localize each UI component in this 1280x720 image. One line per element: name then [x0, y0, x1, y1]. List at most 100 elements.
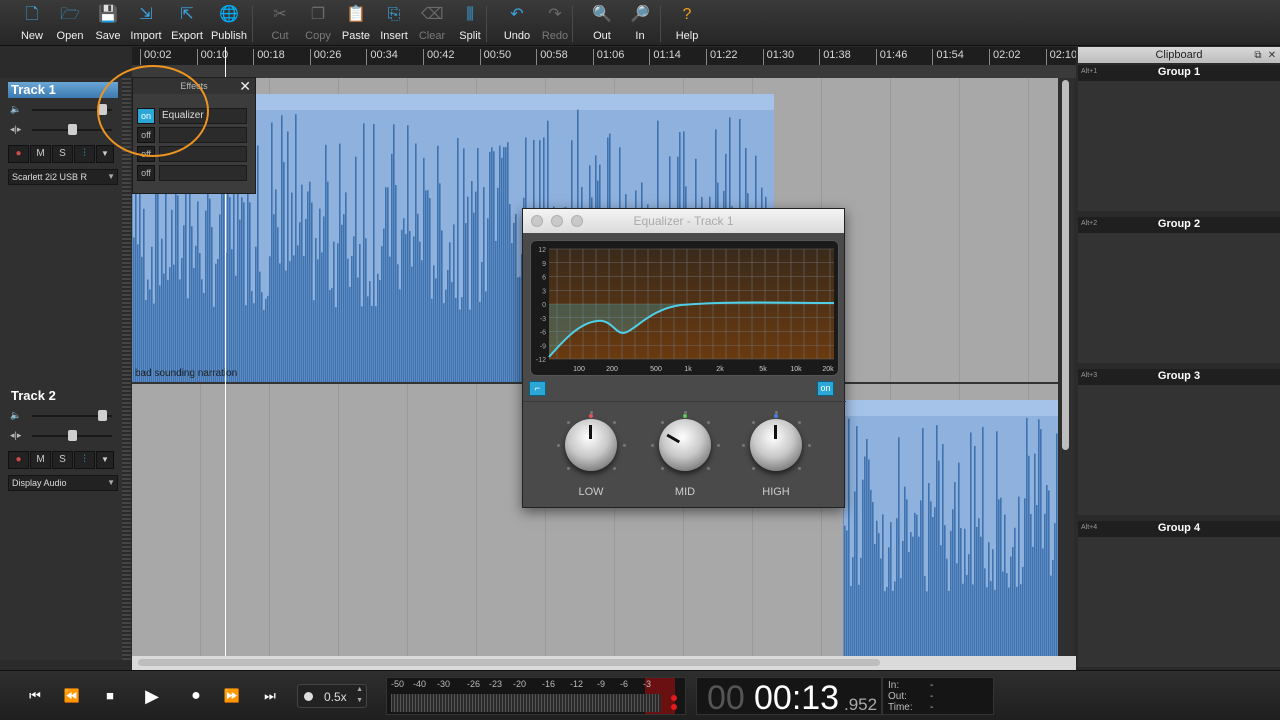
eq-y-tick: -6: [540, 330, 546, 337]
audio-clip-track-2[interactable]: [843, 400, 1058, 656]
slider-thumb[interactable]: [68, 124, 77, 135]
skip-to-end-icon[interactable]: ⏭: [260, 687, 280, 705]
speed-toggle-icon[interactable]: [304, 692, 313, 701]
equalizer-titlebar[interactable]: Equalizer - Track 1: [523, 209, 844, 233]
timeline-ruler[interactable]: 00:02 00:10 00:18 00:26 00:34 00:42 00:50 00:58…: [132, 47, 1076, 65]
speed-down-icon[interactable]: ▼: [356, 697, 363, 704]
in-button[interactable]: 🔎 In: [620, 4, 660, 44]
input-device-select[interactable]: Scarlett 2i2 USB R ▼: [8, 169, 118, 185]
eq-on-button[interactable]: on: [817, 381, 834, 396]
waveform-bar: [303, 256, 305, 382]
waveform-bar: [147, 279, 149, 382]
waveform-bar: [940, 545, 942, 656]
waveform-bar: [856, 426, 858, 656]
solo-button[interactable]: S: [52, 451, 73, 469]
chevron-down-icon: ▼: [107, 478, 115, 487]
playback-speed-control[interactable]: 0.5x ▲ ▼: [297, 684, 367, 708]
stop-icon[interactable]: ■: [100, 687, 120, 705]
waveform-bar: [339, 143, 341, 382]
horizontal-scrollbar[interactable]: [132, 656, 1076, 670]
close-icon[interactable]: ✕: [239, 78, 251, 94]
pan-icon: ◂|▸: [10, 430, 22, 440]
waveform-bar: [209, 198, 211, 382]
effect-name[interactable]: [159, 165, 247, 181]
waveform-bar: [489, 151, 491, 382]
waveform-bar: [850, 586, 852, 656]
knob-indicator: [666, 433, 681, 444]
mute-button[interactable]: M: [30, 145, 51, 163]
record-icon[interactable]: ●: [186, 687, 206, 705]
pan-slider[interactable]: ◂|▸: [8, 430, 118, 442]
clipboard-group-4[interactable]: Alt+4 Group 4: [1078, 521, 1280, 667]
track-name[interactable]: Track 2: [8, 388, 118, 404]
slider-thumb[interactable]: [68, 430, 77, 441]
track-buttons: ● M S ⫶ ▼: [8, 145, 118, 163]
fast-forward-icon[interactable]: ⏩: [222, 687, 242, 705]
eq-frequency-graph[interactable]: 12 9 6 3 0 -3 -6 -9 -12 100 200 500 1k 2k 5k 10k 20k: [530, 240, 839, 376]
detach-icon[interactable]: ⧉: [1252, 48, 1264, 61]
record-arm-button[interactable]: ●: [8, 451, 29, 469]
eq-filter-shape-button[interactable]: ⌐: [529, 381, 546, 396]
waveform-bar: [968, 554, 970, 656]
waveform-bar: [279, 263, 281, 382]
waveform-bar: [507, 142, 509, 382]
insert-icon: ⎘: [387, 6, 401, 23]
vertical-scrollbar[interactable]: [1058, 78, 1074, 656]
slider-thumb[interactable]: [97, 410, 107, 421]
mute-button[interactable]: M: [30, 451, 51, 469]
waveform-bar: [1008, 587, 1010, 656]
time-main: 00:13: [754, 679, 840, 717]
volume-slider[interactable]: 🔈: [8, 410, 118, 422]
waveform-bar: [952, 509, 954, 656]
effect-slot-4[interactable]: off: [137, 165, 247, 181]
timeline-strip[interactable]: [132, 65, 1076, 78]
publish-button[interactable]: 🌐 Publish: [209, 4, 249, 44]
out-label: Out:: [888, 691, 907, 702]
time-label: Time:: [888, 702, 913, 713]
waveform-bar: [455, 297, 457, 382]
waveform-bar: [231, 249, 233, 382]
chevron-down-icon[interactable]: ▼: [96, 145, 114, 163]
high-knob[interactable]: [750, 419, 802, 471]
waveform-bar: [341, 224, 343, 382]
waveform-bar: [221, 186, 223, 382]
header-resize-grip[interactable]: [122, 78, 131, 660]
scroll-thumb[interactable]: [1062, 80, 1069, 450]
waveform-bar: [491, 147, 493, 382]
waveform-bar: [1040, 429, 1042, 656]
low-knob[interactable]: [565, 419, 617, 471]
import-icon: ⇲: [139, 6, 153, 23]
waveform-bar: [375, 306, 377, 382]
waveform-bar: [970, 432, 972, 656]
waveform-bar: [912, 536, 914, 656]
close-icon[interactable]: ✕: [1266, 48, 1278, 61]
input-device-select[interactable]: Display Audio ▼: [8, 475, 118, 491]
effect-toggle[interactable]: off: [137, 165, 155, 181]
effects-button[interactable]: ⫶: [74, 451, 95, 469]
waveform-bar: [255, 246, 257, 382]
eq-x-tick: 2k: [716, 366, 724, 373]
play-icon[interactable]: ▶: [142, 687, 162, 705]
waveform-bar: [155, 184, 157, 382]
help-button[interactable]: ? Help: [667, 4, 707, 44]
clip-header: [844, 400, 1058, 416]
effects-button[interactable]: ⫶: [74, 145, 95, 163]
group-header: Alt+1 Group 1: [1078, 65, 1280, 81]
clipboard-group-3[interactable]: Alt+3 Group 3: [1078, 369, 1280, 515]
redo-button[interactable]: ↷ Redo: [535, 4, 575, 44]
zoom-out-icon: 🔍: [592, 6, 612, 23]
waveform-bar: [487, 218, 489, 382]
waveform-bar: [1044, 513, 1046, 656]
mid-knob[interactable]: [659, 419, 711, 471]
record-arm-button[interactable]: ●: [8, 145, 29, 163]
solo-button[interactable]: S: [52, 145, 73, 163]
clipboard-group-2[interactable]: Alt+2 Group 2: [1078, 217, 1280, 363]
speed-up-icon[interactable]: ▲: [356, 686, 363, 693]
skip-to-start-icon[interactable]: ⏮: [25, 687, 45, 705]
group-header: Alt+3 Group 3: [1078, 369, 1280, 385]
rewind-icon[interactable]: ⏪: [62, 687, 82, 705]
scroll-thumb[interactable]: [138, 659, 880, 666]
clipboard-group-1[interactable]: Alt+1 Group 1: [1078, 65, 1280, 211]
split-button[interactable]: ⫼ Split: [450, 4, 490, 44]
chevron-down-icon[interactable]: ▼: [96, 451, 114, 469]
